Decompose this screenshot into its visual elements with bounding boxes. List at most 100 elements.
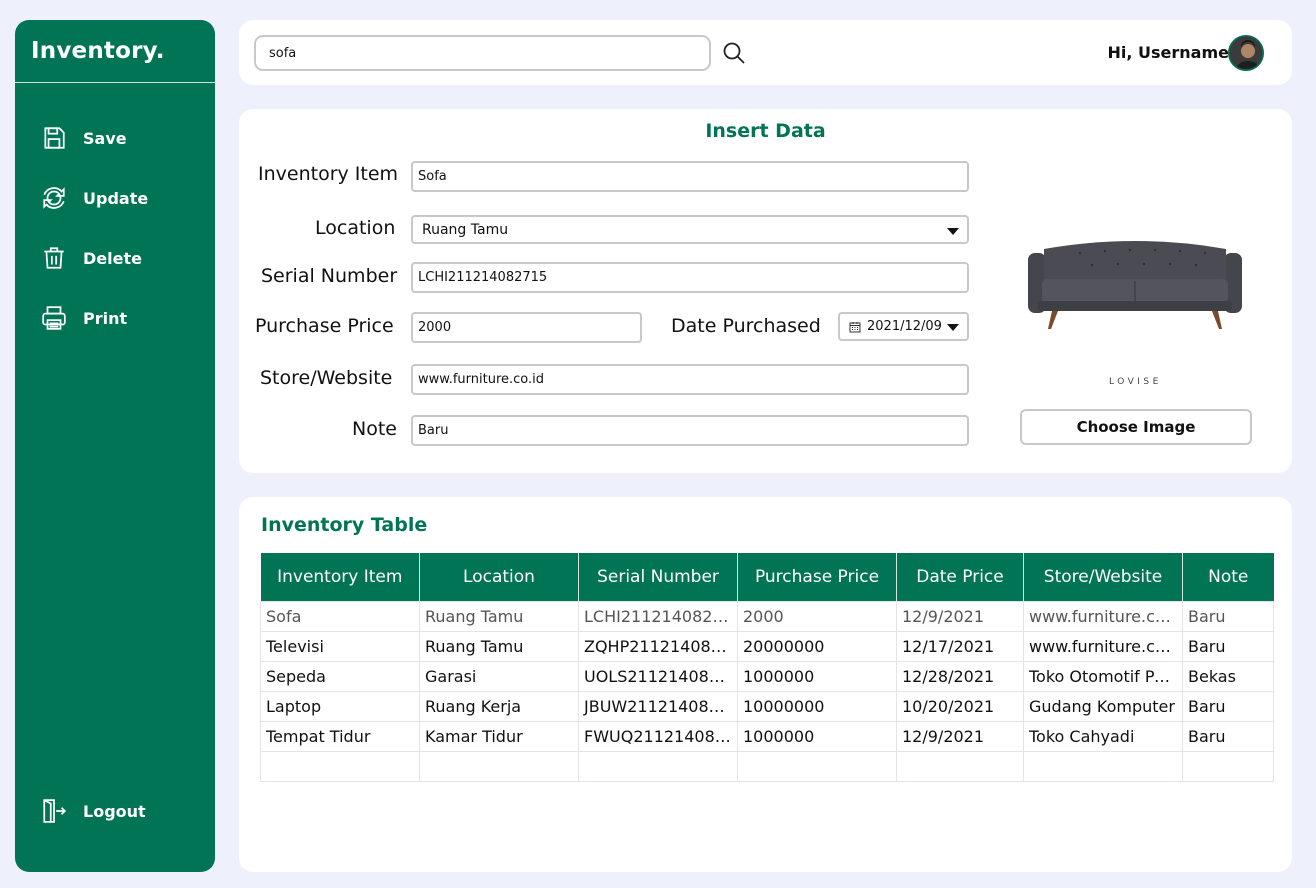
insert-data-title: Insert Data <box>705 120 826 142</box>
table-cell: Kamar Tidur <box>419 720 579 752</box>
inventory-table-panel: Inventory Table Inventory Item Location … <box>239 497 1292 872</box>
table-cell: Toko Cahyadi <box>1023 720 1183 752</box>
app-logo: Inventory. <box>15 20 215 83</box>
date-purchased-label: Date Purchased <box>671 315 821 337</box>
table-cell: www.furniture.co.id <box>1023 600 1183 632</box>
printer-icon <box>42 306 66 330</box>
table-cell: 12/28/2021 <box>896 660 1024 692</box>
table-cell: 20000000 <box>737 630 897 662</box>
table-cell: JBUW211214082799 <box>578 690 738 722</box>
table-cell: 10/20/2021 <box>896 690 1024 722</box>
table-cell: Ruang Tamu <box>419 630 579 662</box>
date-picker[interactable]: 2021/12/09 <box>838 312 969 341</box>
table-cell: Laptop <box>260 690 420 722</box>
table-row[interactable]: Televisi Ruang Tamu ZQHP211214084632 200… <box>260 630 1274 662</box>
table-cell: Ruang Tamu <box>419 600 579 632</box>
update-button[interactable]: Update <box>41 185 148 211</box>
store-website-field[interactable]: www.furniture.co.id <box>411 364 969 395</box>
note-label: Note <box>352 418 397 440</box>
insert-data-panel: Insert Data Inventory Item Sofa Location… <box>239 109 1292 473</box>
refresh-icon <box>43 187 65 209</box>
table-cell: 12/17/2021 <box>896 630 1024 662</box>
sidebar: Inventory. Save Update Delete Print Logo… <box>15 20 215 872</box>
table-cell: ZQHP211214084632 <box>578 630 738 662</box>
table-cell: Garasi <box>419 660 579 692</box>
column-header[interactable]: Purchase Price <box>737 553 897 601</box>
avatar[interactable] <box>1228 35 1264 71</box>
print-label: Print <box>83 308 128 328</box>
table-cell <box>260 750 420 782</box>
store-website-label: Store/Website <box>260 367 393 389</box>
table-cell: Ruang Kerja <box>419 690 579 722</box>
table-cell: 10000000 <box>737 690 897 722</box>
table-row[interactable]: Sofa Ruang Tamu LCHI211214082715 2000 12… <box>260 600 1274 632</box>
table-cell: Televisi <box>260 630 420 662</box>
sofa-image <box>1028 241 1242 329</box>
delete-label: Delete <box>83 248 142 268</box>
table-cell: www.furniture.co.id <box>1023 630 1183 662</box>
image-brand-logo: LOVISE <box>1109 377 1162 387</box>
logout-icon <box>43 799 67 823</box>
trash-icon <box>44 247 64 269</box>
table-header-row: Inventory Item Location Serial Number Pu… <box>260 553 1274 601</box>
chevron-down-icon <box>947 324 959 331</box>
update-label: Update <box>83 188 149 208</box>
table-cell: Toko Otomotif Pesat <box>1023 660 1183 692</box>
date-value: 2021/12/09 <box>867 319 942 334</box>
calendar-icon <box>849 321 861 332</box>
table-cell: Bekas <box>1182 660 1274 692</box>
logout-button[interactable]: Logout <box>41 798 146 824</box>
note-field[interactable]: Baru <box>411 415 969 446</box>
inventory-table-title: Inventory Table <box>261 514 428 536</box>
save-button[interactable]: Save <box>41 125 127 151</box>
location-value: Ruang Tamu <box>422 221 509 238</box>
chevron-down-icon <box>947 228 959 235</box>
table-cell: Baru <box>1182 600 1274 632</box>
table-cell <box>1023 750 1183 782</box>
table-cell: Gudang Komputer <box>1023 690 1183 722</box>
inventory-table: Inventory Item Location Serial Number Pu… <box>260 553 1274 782</box>
table-row[interactable]: Laptop Ruang Kerja JBUW211214082799 1000… <box>260 690 1274 722</box>
table-cell: LCHI211214082715 <box>578 600 738 632</box>
table-cell <box>737 750 897 782</box>
serial-number-label: Serial Number <box>261 265 398 287</box>
table-cell: Sepeda <box>260 660 420 692</box>
column-header[interactable]: Store/Website <box>1023 553 1183 601</box>
column-header[interactable]: Inventory Item <box>260 553 420 601</box>
column-header[interactable]: Serial Number <box>578 553 738 601</box>
purchase-price-label: Purchase Price <box>255 315 394 337</box>
table-cell: 1000000 <box>737 720 897 752</box>
user-greeting: Hi, Username <box>1107 43 1230 62</box>
table-cell: Baru <box>1182 720 1274 752</box>
inventory-item-label: Inventory Item <box>258 163 399 185</box>
location-select[interactable]: Ruang Tamu <box>411 215 969 244</box>
save-icon <box>44 127 65 149</box>
table-cell: Baru <box>1182 690 1274 722</box>
table-cell: 1000000 <box>737 660 897 692</box>
column-header[interactable]: Date Price <box>896 553 1024 601</box>
column-header[interactable]: Note <box>1182 553 1274 601</box>
table-row-empty[interactable] <box>260 750 1274 782</box>
save-label: Save <box>83 128 127 148</box>
top-bar: Hi, Username <box>239 20 1292 85</box>
table-cell <box>1182 750 1274 782</box>
table-cell: 12/9/2021 <box>896 720 1024 752</box>
table-cell: Tempat Tidur <box>260 720 420 752</box>
table-cell: UOLS211214083306 <box>578 660 738 692</box>
delete-button[interactable]: Delete <box>41 245 142 271</box>
table-cell: 12/9/2021 <box>896 600 1024 632</box>
table-cell: Sofa <box>260 600 420 632</box>
search-icon[interactable] <box>722 41 746 65</box>
print-button[interactable]: Print <box>41 305 127 331</box>
logout-label: Logout <box>83 801 146 821</box>
inventory-item-field[interactable]: Sofa <box>411 161 969 192</box>
search-input[interactable] <box>254 35 711 71</box>
column-header[interactable]: Location <box>419 553 579 601</box>
choose-image-button[interactable]: Choose Image <box>1020 409 1252 445</box>
purchase-price-field[interactable]: 2000 <box>411 312 642 343</box>
serial-number-field[interactable]: LCHI211214082715 <box>411 262 969 293</box>
table-cell: 2000 <box>737 600 897 632</box>
table-cell: Baru <box>1182 630 1274 662</box>
table-row[interactable]: Tempat Tidur Kamar Tidur FWUQ21121408599… <box>260 720 1274 752</box>
table-row[interactable]: Sepeda Garasi UOLS211214083306 1000000 1… <box>260 660 1274 692</box>
